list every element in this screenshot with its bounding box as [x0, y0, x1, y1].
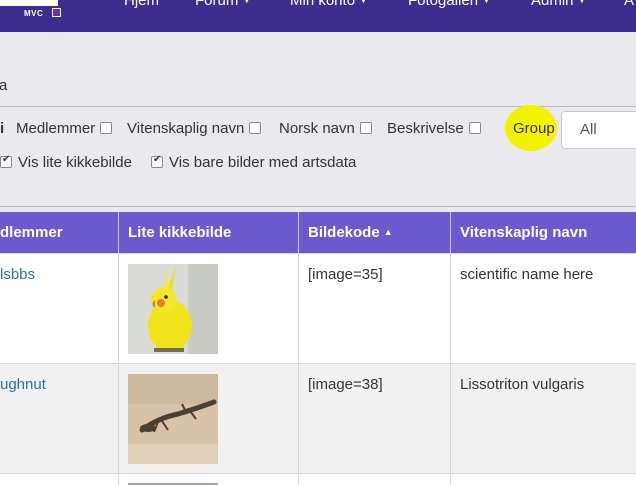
column-header-label: Bildekode: [308, 224, 380, 241]
nav-item-admin[interactable]: Admin ▼: [531, 0, 586, 9]
option-label: Vis lite kikkebilde: [18, 154, 132, 171]
newt-photo-icon: [128, 374, 218, 464]
table-row: [0, 473, 636, 485]
cell-thumbnail: [119, 364, 299, 473]
filter-label: Norsk navn: [279, 120, 355, 137]
nav-item-fotogalleri[interactable]: Fotogalleri ▼: [408, 0, 491, 9]
logo-mark: [0, 0, 58, 6]
nav-item-label: Admin: [531, 0, 574, 9]
column-header-label: Lite kikkebilde: [128, 224, 232, 241]
cell-thumbnail: [119, 254, 299, 363]
nav-item-label: A: [624, 0, 635, 9]
filter-label: Vitenskaplig navn: [127, 120, 245, 137]
cell-image-code: [299, 474, 451, 485]
column-header-members[interactable]: dlemmer: [0, 212, 119, 253]
thumbnail-image[interactable]: [128, 374, 218, 464]
cockatiel-photo-icon: [128, 264, 218, 354]
only-species-checkbox[interactable]: [151, 154, 163, 168]
cell-member: [0, 474, 119, 485]
cell-scientific-name: [451, 474, 636, 485]
column-header-scientific-name[interactable]: Vitenskaplig navn: [451, 212, 636, 253]
group-label: Group: [513, 120, 555, 137]
filter-label: Medlemmer: [16, 120, 96, 137]
nav-item-forum[interactable]: Forum ▼: [195, 0, 251, 9]
filter-label: Beskrivelse: [387, 120, 464, 137]
member-link[interactable]: ughnut: [0, 376, 46, 393]
cell-image-code: [image=35]: [299, 254, 451, 363]
filter-vitenskaplig-checkbox[interactable]: [249, 122, 262, 134]
logo-square-icon: [52, 8, 61, 17]
chevron-down-icon: ▼: [577, 0, 587, 5]
chevron-down-icon: ▼: [242, 0, 252, 5]
column-header-label: dlemmer: [0, 224, 63, 241]
nav-item-label: Hjem: [124, 0, 160, 9]
cell-image-code: [image=38]: [299, 364, 451, 473]
nav-item-label: Forum: [195, 0, 239, 9]
nav-item-more[interactable]: A: [624, 0, 634, 9]
sort-ascending-icon: ▲: [383, 227, 393, 237]
member-link[interactable]: lsbbs: [0, 266, 35, 283]
filter-beskrivelse-checkbox[interactable]: [468, 122, 481, 134]
filter-prefix: i: [0, 120, 5, 137]
filter-beskrivelse[interactable]: Beskrivelse: [387, 120, 481, 137]
filter-vitenskaplig-navn[interactable]: Vitenskaplig navn: [127, 120, 262, 137]
cell-scientific-name: Lissotriton vulgaris: [460, 376, 585, 393]
option-only-species[interactable]: Vis bare bilder med artsdata: [151, 154, 356, 171]
table-row: lsbbs [image=35] scientific name here: [0, 253, 636, 363]
filter-medlemmer-checkbox[interactable]: [100, 122, 113, 134]
site-logo[interactable]: MVC: [0, 0, 68, 22]
divider: [0, 206, 636, 207]
thumbnail-image[interactable]: [128, 264, 218, 354]
filter-medlemmer[interactable]: Medlemmer: [16, 120, 113, 137]
chevron-down-icon: ▼: [482, 0, 491, 5]
top-navbar: MVC Hjem Forum ▼ Min konto ▼ Fotogalleri ▼ …: [0, 0, 636, 32]
column-header-thumbnail[interactable]: Lite kikkebilde: [119, 212, 299, 253]
filter-norsk-checkbox[interactable]: [359, 122, 372, 134]
cell-thumbnail: [119, 474, 299, 485]
filter-norsk-navn[interactable]: Norsk navn: [279, 120, 372, 137]
table-header: dlemmer Lite kikkebilde Bildekode ▲ Viten…: [0, 212, 636, 253]
column-header-label: Vitenskaplig navn: [460, 224, 588, 241]
nav-item-min-konto[interactable]: Min konto ▼: [290, 0, 368, 9]
table-row: ughnut [image=38] Lissotriton vulgaris: [0, 363, 636, 473]
option-label: Vis bare bilder med artsdata: [169, 154, 357, 171]
nav-item-label: Fotogalleri: [408, 0, 479, 9]
cell-scientific-name: scientific name here: [460, 266, 594, 283]
group-select[interactable]: All: [561, 111, 636, 149]
option-thumbnail[interactable]: Vis lite kikkebilde: [0, 154, 132, 171]
nav-item-hjem[interactable]: Hjem: [124, 0, 159, 9]
cell-member: ughnut: [0, 364, 119, 473]
nav-item-label: Min konto: [290, 0, 356, 9]
thumbnail-checkbox[interactable]: [0, 154, 12, 168]
logo-text: MVC: [24, 9, 44, 18]
cell-member: lsbbs: [0, 254, 119, 363]
chevron-down-icon: ▼: [359, 0, 368, 5]
group-select-value: All: [580, 121, 597, 138]
page-heading: a: [0, 77, 8, 94]
column-header-image-code[interactable]: Bildekode ▲: [299, 212, 451, 253]
